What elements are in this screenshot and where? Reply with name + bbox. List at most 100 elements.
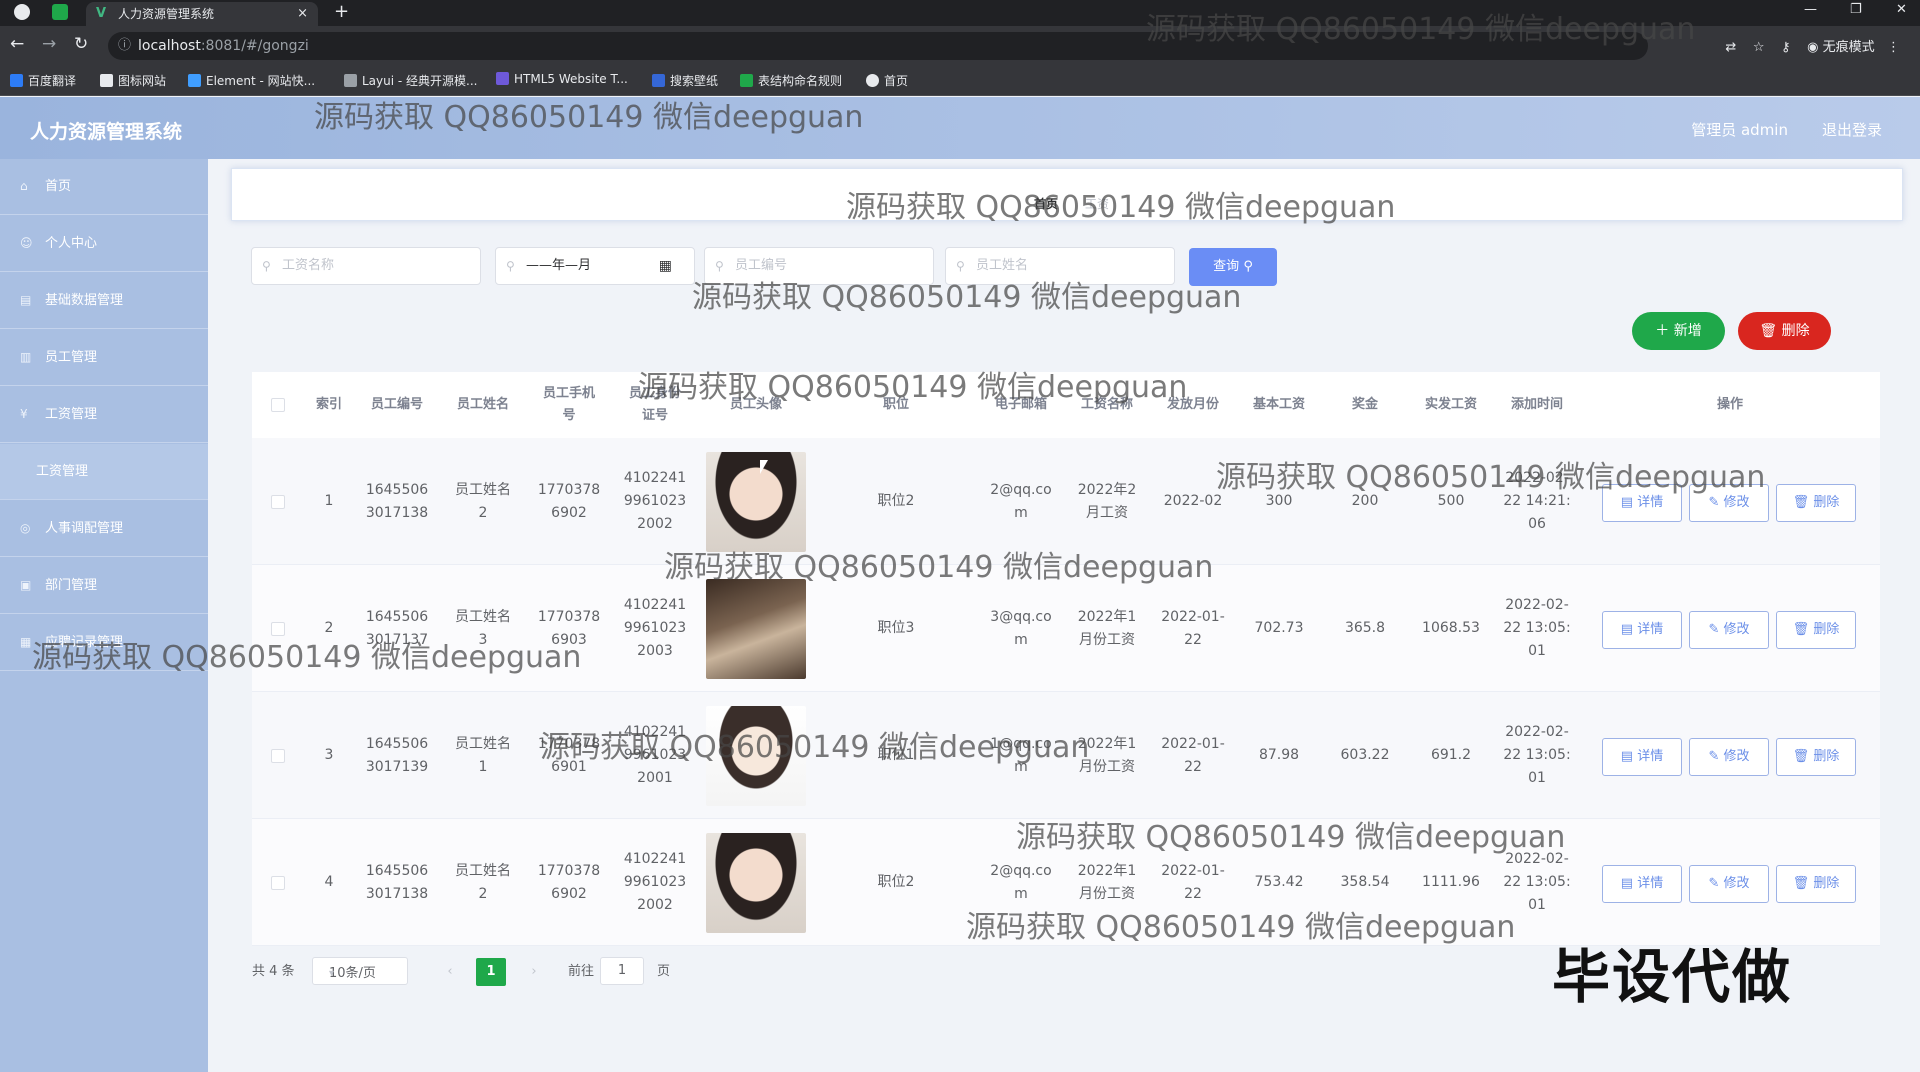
- calendar-icon[interactable]: ▦: [659, 248, 672, 284]
- sidebar-item-transfer[interactable]: ◎ 人事调配管理: [0, 501, 208, 557]
- detail-button[interactable]: ▤ 详情: [1602, 738, 1682, 776]
- translate-icon[interactable]: ⇄: [1725, 40, 1736, 55]
- col-id-card: 员工身份 证号: [628, 386, 681, 423]
- col-name: 员工姓名: [456, 397, 509, 412]
- cell-name: 员工姓名 2: [455, 481, 511, 521]
- edit-button[interactable]: ✎ 修改: [1689, 865, 1769, 903]
- edit-button[interactable]: ✎ 修改: [1689, 738, 1769, 776]
- html5-icon: [496, 72, 509, 85]
- delete-button[interactable]: 🗑 删除: [1776, 484, 1856, 522]
- sidebar-item-applications[interactable]: ▦ 应聘记录管理: [0, 615, 208, 671]
- minimize-icon[interactable]: —: [1804, 2, 1817, 17]
- bookmark-item[interactable]: HTML5 Website T...: [496, 72, 628, 86]
- table-row: 2 1645506 3017137 员工姓名 3 1770378 6903 410224…: [252, 565, 1880, 692]
- col-position: 职位: [882, 397, 909, 412]
- sidebar-item-salary[interactable]: ¥ 工资管理: [0, 387, 208, 443]
- delete-button[interactable]: 🗑 删除: [1776, 738, 1856, 776]
- more-menu-icon[interactable]: ⋮: [1887, 40, 1900, 55]
- cell-emp-no: 1645506 3017139: [365, 735, 429, 775]
- avatar-cell: [698, 565, 814, 692]
- forward-icon[interactable]: →: [42, 34, 56, 54]
- delete-button[interactable]: 🗑 删除: [1776, 865, 1856, 903]
- detail-button[interactable]: ▤ 详情: [1602, 865, 1682, 903]
- bookmarks-bar: 百度翻译 图标网站 Element - 网站快... Layui - 经典开源模…: [0, 66, 1920, 96]
- salary-icon: ¥: [20, 407, 28, 421]
- select-all-checkbox[interactable]: [252, 372, 304, 438]
- url-host: localhost: [138, 38, 201, 54]
- table-row: 4 1645506 3017138 员工姓名 2 1770378 6902 410224…: [252, 819, 1880, 946]
- trash-icon: 🗑: [1792, 495, 1810, 510]
- detail-button[interactable]: ▤ 详情: [1602, 484, 1682, 522]
- browser-toolbar: ⇄ ☆ ⚷ ◉ 无痕模式 ⋮: [1725, 36, 1900, 55]
- month-picker[interactable]: ⚲ ——年—月 ▦: [495, 247, 695, 285]
- detail-button[interactable]: ▤ 详情: [1602, 611, 1682, 649]
- app-icon[interactable]: [52, 4, 68, 20]
- url-field[interactable]: ⓘ localhost:8081/#/gongzi: [108, 32, 1648, 60]
- salary-name-input[interactable]: ⚲ 工资名称: [251, 247, 481, 285]
- url-path: :8081/#/gongzi: [200, 38, 309, 54]
- cell-month: 2022-01- 22: [1161, 862, 1225, 902]
- flag-icon: [100, 74, 113, 87]
- col-base: 基本工资: [1252, 397, 1305, 412]
- bookmark-item[interactable]: 搜索壁纸: [652, 72, 718, 89]
- info-icon[interactable]: ⓘ: [118, 32, 131, 60]
- sidebar-subitem-salary[interactable]: 工资管理: [0, 444, 208, 500]
- mouse-cursor-icon: [760, 460, 768, 474]
- next-page-icon[interactable]: ›: [520, 958, 548, 986]
- window-close-icon[interactable]: ✕: [1896, 2, 1907, 17]
- row-checkbox[interactable]: [252, 438, 304, 565]
- bookmark-item[interactable]: Element - 网站快...: [188, 72, 315, 89]
- cell-salary-name: 2022年2 月工资: [1077, 481, 1137, 521]
- batch-delete-button[interactable]: 🗑 删除: [1738, 312, 1831, 350]
- new-tab-button[interactable]: +: [334, 0, 349, 24]
- edit-button[interactable]: ✎ 修改: [1689, 611, 1769, 649]
- sidebar-item-profile[interactable]: ☺ 个人中心: [0, 216, 208, 272]
- goto-suffix: 页: [657, 964, 671, 979]
- logout-link[interactable]: 退出登录: [1822, 119, 1882, 140]
- cell-id-card: 4102241 9961023 2003: [623, 597, 687, 659]
- row-operations: ▤ 详情 ✎ 修改 🗑 删除: [1602, 611, 1856, 649]
- bookmark-item[interactable]: 首页: [866, 72, 908, 89]
- cell-name: 员工姓名 2: [455, 862, 511, 902]
- star-icon[interactable]: ☆: [1753, 40, 1765, 55]
- sidebar-item-basic-data[interactable]: ▤ 基础数据管理: [0, 273, 208, 329]
- breadcrumb-home[interactable]: 首页: [1034, 195, 1058, 212]
- delete-button[interactable]: 🗑 删除: [1776, 611, 1856, 649]
- back-icon[interactable]: ←: [10, 34, 24, 54]
- cell-index: 3: [324, 747, 334, 763]
- sidebar-item-department[interactable]: ▣ 部门管理: [0, 558, 208, 614]
- bookmark-item[interactable]: 百度翻译: [10, 72, 76, 89]
- avatar: [706, 578, 806, 679]
- row-checkbox[interactable]: [252, 819, 304, 946]
- bookmark-item[interactable]: 图标网站: [100, 72, 166, 89]
- sidebar-item-employees[interactable]: ▥ 员工管理: [0, 330, 208, 386]
- prev-page-icon[interactable]: ‹: [436, 958, 464, 986]
- edit-button[interactable]: ✎ 修改: [1689, 484, 1769, 522]
- sidebar-item-home[interactable]: ⌂ 首页: [0, 159, 208, 215]
- row-checkbox[interactable]: [252, 565, 304, 692]
- incognito-icon[interactable]: ◉: [1807, 40, 1818, 55]
- key-icon[interactable]: ⚷: [1781, 40, 1791, 55]
- current-page[interactable]: 1: [476, 958, 506, 986]
- col-phone: 员工手机 号: [542, 386, 595, 423]
- browser-tab[interactable]: V 人力资源管理系统 ×: [86, 2, 318, 26]
- department-icon: ▣: [20, 578, 32, 592]
- bookmark-item[interactable]: Layui - 经典开源模...: [344, 72, 477, 89]
- close-tab-icon[interactable]: ×: [297, 2, 308, 26]
- row-operations: ▤ 详情 ✎ 修改 🗑 删除: [1602, 865, 1856, 903]
- cell-name: 员工姓名 3: [455, 608, 511, 648]
- employee-no-input[interactable]: ⚲ 员工编号: [704, 247, 934, 285]
- goto-page-input[interactable]: 1: [600, 957, 644, 985]
- row-checkbox[interactable]: [252, 692, 304, 819]
- cell-phone: 1770378 6901: [537, 735, 601, 775]
- bookmark-item[interactable]: 表结构命名规则: [740, 72, 842, 89]
- restore-icon[interactable]: ❐: [1850, 2, 1862, 17]
- cell-bonus: 603.22: [1340, 747, 1390, 763]
- search-icon: ⚲: [262, 259, 271, 273]
- employee-name-input[interactable]: ⚲ 员工姓名: [945, 247, 1175, 285]
- page-size-select[interactable]: 10条/页 ▾: [312, 957, 408, 985]
- reload-icon[interactable]: ↻: [74, 34, 88, 54]
- pencil-icon: ✎: [1708, 749, 1720, 764]
- add-button[interactable]: ＋ 新增: [1632, 312, 1725, 350]
- query-button[interactable]: 查询 ⚲: [1189, 248, 1277, 286]
